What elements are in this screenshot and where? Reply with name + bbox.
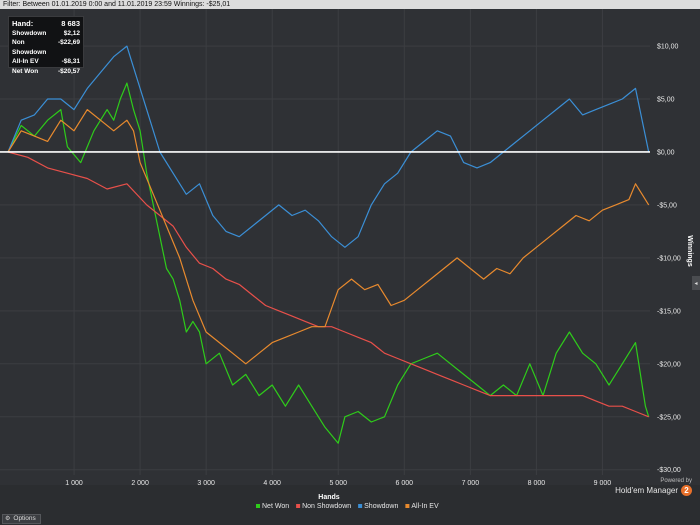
stat-label: All-In EV (12, 58, 39, 66)
y-axis-label: Winnings (686, 235, 693, 267)
plot-background (0, 9, 700, 485)
y-tick-label: -$20,00 (657, 361, 681, 368)
legend-swatch (405, 504, 410, 508)
stat-row-all-in-ev: All-In EV -$8,31 (12, 57, 80, 67)
y-tick-label: -$10,00 (657, 255, 681, 262)
x-tick-label: 4 000 (263, 480, 281, 487)
legend-swatch (296, 504, 301, 508)
legend-item-net-won[interactable]: Net Won (256, 503, 289, 510)
y-tick-label: $0,00 (657, 149, 675, 156)
product-logo-badge: 2 (681, 485, 692, 496)
x-tick-label: 5 000 (329, 480, 347, 487)
grid-lines (0, 9, 700, 485)
stat-value: -$8,31 (61, 58, 80, 66)
x-tick-label: 9 000 (594, 480, 612, 487)
legend-item-all-in-ev[interactable]: All-In EV (405, 503, 439, 510)
legend-swatch (358, 504, 363, 508)
x-tick-label: 8 000 (528, 480, 546, 487)
x-tick-label: 7 000 (462, 480, 480, 487)
stat-row-net-won: Net Won -$20,57 (12, 67, 80, 77)
y-tick-label: -$30,00 (657, 467, 681, 474)
x-tick-label: 2 000 (131, 480, 149, 487)
product-name-row: Hold'em Manager 2 (615, 485, 692, 496)
x-axis-label: Hands (318, 494, 340, 501)
legend-label: All-In EV (411, 503, 439, 510)
legend-label: Showdown (364, 503, 398, 510)
x-tick-labels: 1 000 2 000 3 000 4 000 5 000 6 000 7 000 8 000… (65, 480, 611, 487)
chevron-left-icon: ◂ (694, 280, 698, 287)
stat-label: Showdown (12, 29, 47, 37)
stat-row-hands: Hand: 8 683 (12, 19, 80, 29)
stat-label: Hand: (12, 19, 34, 28)
stats-summary-box: Hand: 8 683 Showdown $2,12 Non Showdown … (8, 16, 84, 75)
filter-bar: Filter: Between 01.01.2019 0:00 and 11.0… (0, 0, 700, 9)
powered-by-text: Powered by (660, 478, 692, 484)
branding: Powered by Hold'em Manager 2 (615, 478, 692, 496)
stat-row-non-showdown: Non Showdown -$22,69 (12, 38, 80, 57)
legend-item-non-showdown[interactable]: Non Showdown (296, 503, 351, 510)
stat-label: Net Won (12, 67, 39, 75)
y-tick-label: -$5,00 (657, 202, 677, 209)
bottom-bar: ⚙ Options (0, 512, 700, 525)
side-panel-toggle[interactable]: ◂ (692, 276, 700, 290)
legend: Net Won Non Showdown Showdown All-In EV (256, 503, 439, 510)
stat-label: Non Showdown (12, 39, 47, 56)
product-name: Hold'em Manager (615, 486, 678, 495)
options-button[interactable]: ⚙ Options (2, 514, 41, 524)
stat-value: -$22,69 (57, 39, 80, 47)
x-tick-label: 1 000 (65, 480, 83, 487)
y-tick-label: $5,00 (657, 97, 675, 104)
stat-value: -$20,57 (57, 67, 80, 75)
stat-row-showdown: Showdown $2,12 (12, 29, 80, 39)
stat-value: $2,12 (63, 29, 80, 37)
legend-label: Net Won (262, 503, 289, 510)
y-tick-label: -$15,00 (657, 308, 681, 315)
legend-item-showdown[interactable]: Showdown (358, 503, 398, 510)
y-tick-label: $10,00 (657, 44, 679, 51)
options-label: Options (13, 515, 36, 522)
winnings-chart: 1 000 2 000 3 000 4 000 5 000 6 000 7 000 8 000… (0, 9, 700, 510)
legend-swatch (256, 504, 260, 508)
x-tick-label: 3 000 (197, 480, 215, 487)
y-tick-label: -$25,00 (657, 414, 681, 421)
stat-value: 8 683 (61, 19, 80, 28)
x-tick-label: 6 000 (396, 480, 414, 487)
legend-label: Non Showdown (302, 503, 351, 510)
gear-icon: ⚙ (5, 516, 11, 522)
